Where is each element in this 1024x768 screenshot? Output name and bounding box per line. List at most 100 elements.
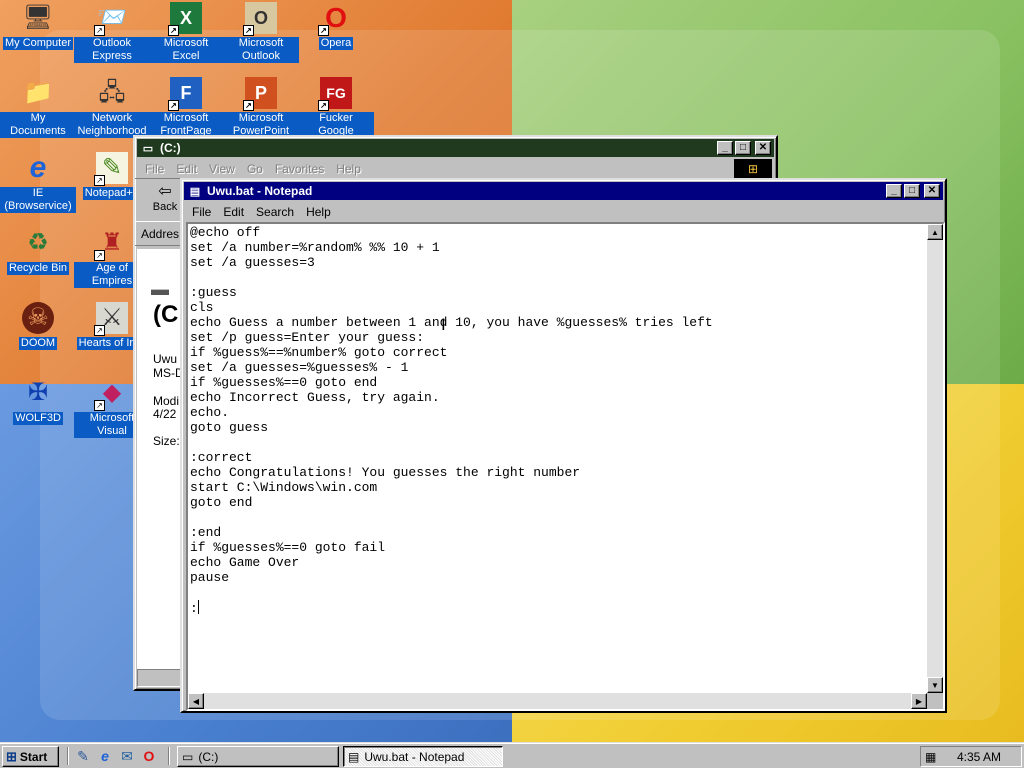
desktop-icon-label: My Documents	[0, 112, 76, 138]
taskbar-item-label: Uwu.bat - Notepad	[364, 749, 465, 764]
hearts-of-iron-icon: ⚔ ↗	[94, 302, 128, 336]
wolf3d-icon: ✠	[27, 379, 49, 406]
shortcut-arrow-icon: ↗	[318, 100, 329, 111]
system-tray: ▦ 4:35 AM	[920, 746, 1022, 767]
menu-go[interactable]: Go	[241, 162, 269, 176]
menu-file[interactable]: File	[139, 162, 170, 176]
taskbar-item-label: (C:)	[198, 749, 219, 764]
menu-edit[interactable]: Edit	[217, 205, 250, 219]
start-label: Start	[19, 749, 48, 764]
menu-search[interactable]: Search	[250, 205, 300, 219]
menu-help[interactable]: Help	[300, 205, 337, 219]
ibeam-cursor-icon: I	[441, 315, 446, 334]
desktop-icon-fucker-google-antivirus[interactable]: FG↗ Fucker Google Antivirus 2019	[298, 77, 374, 141]
maximize-button[interactable]: □	[735, 141, 751, 155]
internet-explorer-icon: e	[29, 151, 47, 184]
desktop-icon-microsoft-outlook[interactable]: O ↗ Microsoft Outlook	[223, 2, 299, 66]
show-desktop-icon[interactable]: ✎	[74, 747, 92, 765]
quicklaunch-separator	[67, 747, 69, 765]
desktop-icon-my-computer[interactable]: 🖥 My Computer	[0, 2, 76, 53]
notepad-plus-plus-icon: ✎ ↗	[94, 152, 128, 186]
start-button[interactable]: ⊞ Start	[2, 746, 59, 767]
shortcut-arrow-icon: ↗	[168, 25, 179, 36]
shortcut-arrow-icon: ↗	[318, 25, 329, 36]
explorer-titlebar[interactable]: ▭ (C:) _ □ ✕	[137, 139, 774, 157]
menu-file[interactable]: File	[186, 205, 217, 219]
excel-icon: X ↗	[168, 2, 202, 36]
notepad-window[interactable]: ▤ Uwu.bat - Notepad _ □ ✕ File Edit Sear…	[180, 178, 947, 713]
menu-help[interactable]: Help	[330, 162, 367, 176]
shortcut-arrow-icon: ↗	[94, 325, 105, 336]
text-caret	[197, 600, 199, 614]
notepad-edit-area: @echo off set /a number=%random% %% 10 +…	[186, 222, 945, 711]
taskbar-item-notepad[interactable]: ▤ Uwu.bat - Notepad	[343, 746, 503, 767]
shortcut-arrow-icon: ↗	[243, 100, 254, 111]
windows-logo-icon: ⊞	[6, 748, 17, 764]
outlook-express-icon[interactable]: ✉	[118, 747, 136, 765]
desktop-icon-network-neighborhood[interactable]: 🖧 Network Neighborhood	[74, 77, 150, 141]
horizontal-scrollbar[interactable]: ◀ ▶	[188, 693, 927, 709]
desktop-icon-microsoft-excel[interactable]: X ↗ Microsoft Excel	[148, 2, 224, 66]
desktop-icon-microsoft-powerpoint[interactable]: P ↗ Microsoft PowerPoint	[223, 77, 299, 141]
close-button[interactable]: ✕	[755, 141, 771, 155]
close-button[interactable]: ✕	[924, 184, 940, 198]
desktop-icon-doom[interactable]: ☠ DOOM	[0, 302, 76, 353]
menu-edit[interactable]: Edit	[170, 162, 203, 176]
taskbar-item-explorer[interactable]: ▭ (C:)	[177, 746, 339, 767]
shortcut-arrow-icon: ↗	[94, 400, 105, 411]
notepad-icon: ▤	[348, 749, 360, 764]
menu-favorites[interactable]: Favorites	[269, 162, 330, 176]
explorer-title: (C:)	[160, 141, 181, 155]
my-computer-icon: 🖥	[22, 4, 54, 31]
webview-text: Size:	[153, 434, 180, 448]
desktop-icon-opera[interactable]: O ↗ Opera	[298, 2, 374, 53]
powerpoint-icon: P ↗	[243, 77, 277, 111]
minimize-button[interactable]: _	[886, 184, 902, 198]
desktop-icon-wolf3d[interactable]: ✠ WOLF3D	[0, 377, 76, 428]
desktop-icon-my-documents[interactable]: 📁 My Documents	[0, 77, 76, 141]
desktop-icon-recycle-bin[interactable]: ♻ Recycle Bin	[0, 227, 76, 278]
notepad-menubar: File Edit Search Help	[182, 202, 945, 221]
opera-icon[interactable]: O	[140, 747, 158, 765]
shortcut-arrow-icon: ↗	[94, 250, 105, 261]
notepad-icon: ▤	[189, 185, 201, 198]
address-label: Addres	[141, 226, 180, 241]
scroll-up-button[interactable]: ▲	[927, 224, 943, 240]
scroll-down-button[interactable]: ▼	[927, 677, 943, 693]
desktop-icon-microsoft-frontpage[interactable]: F ↗ Microsoft FrontPage	[148, 77, 224, 141]
drive-icon: ▭	[142, 142, 154, 155]
minimize-button[interactable]: _	[717, 141, 733, 155]
clock[interactable]: 4:35 AM	[957, 750, 1001, 764]
webview-text: Modi	[153, 394, 180, 408]
visual-interdev-icon: ◆ ↗	[94, 377, 128, 411]
internet-explorer-icon[interactable]: e	[96, 747, 114, 765]
desktop-icon-ie-browservice[interactable]: e IE (Browservice)	[0, 152, 76, 216]
desktop-icon-label: IE (Browservice)	[0, 187, 76, 213]
quicklaunch-separator	[168, 747, 170, 765]
drive-icon: ▭	[182, 749, 194, 764]
scroll-left-button[interactable]: ◀	[188, 693, 204, 709]
maximize-button[interactable]: □	[904, 184, 920, 198]
desktop-icon-label: Opera	[318, 37, 354, 50]
outlook-icon: O ↗	[243, 2, 277, 36]
taskbar: ⊞ Start ✎ e ✉ O ▭ (C:) ▤ Uwu.bat - Notep…	[0, 742, 1024, 768]
notepad-titlebar[interactable]: ▤ Uwu.bat - Notepad _ □ ✕	[184, 182, 943, 200]
shortcut-arrow-icon: ↗	[94, 175, 105, 186]
opera-icon: O ↗	[318, 2, 352, 36]
shortcut-arrow-icon: ↗	[243, 25, 254, 36]
scroll-right-button[interactable]: ▶	[911, 693, 927, 709]
desktop-icon-label: WOLF3D	[13, 412, 63, 425]
menu-view[interactable]: View	[203, 162, 241, 176]
desktop-icon-label: Microsoft Excel	[148, 37, 224, 63]
vertical-scrollbar[interactable]: ▲ ▼	[927, 224, 943, 693]
webview-drive-title: (C	[153, 301, 179, 328]
editor-content: @echo off set /a number=%random% %% 10 +…	[190, 225, 713, 616]
recycle-bin-icon: ♻	[27, 229, 49, 256]
desktop-icon-label: Microsoft Outlook	[223, 37, 299, 63]
scheduler-icon[interactable]: ▦	[925, 750, 943, 764]
back-button[interactable]: ⇦ Back	[145, 183, 185, 213]
notepad-text-editor[interactable]: @echo off set /a number=%random% %% 10 +…	[188, 224, 927, 693]
shortcut-arrow-icon: ↗	[168, 100, 179, 111]
frontpage-icon: F ↗	[168, 77, 202, 111]
desktop-icon-outlook-express[interactable]: 📨 ↗ Outlook Express	[74, 2, 150, 66]
